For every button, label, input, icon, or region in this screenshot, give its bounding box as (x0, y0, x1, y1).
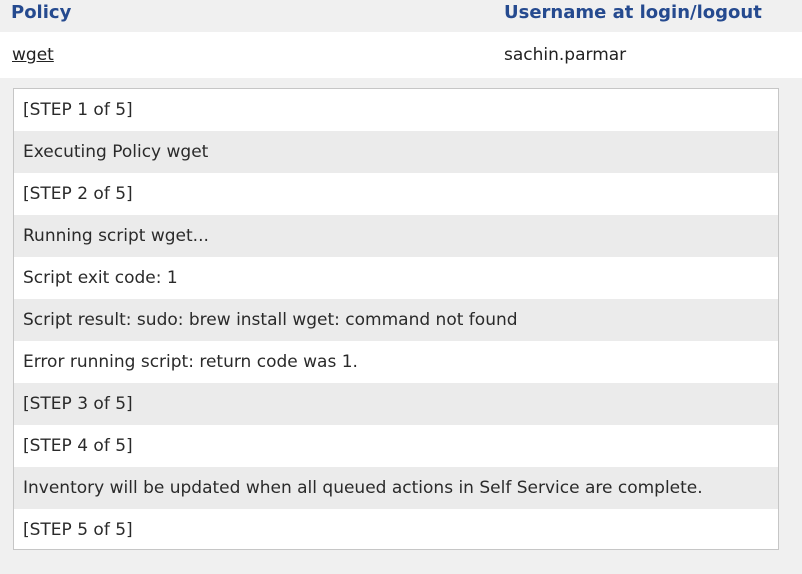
log-line: Inventory will be updated when all queue… (14, 467, 778, 509)
policy-link[interactable]: wget (12, 32, 54, 78)
log-line: Error running script: return code was 1. (14, 341, 778, 383)
log-line: Executing Policy wget (14, 131, 778, 173)
log-line: Script exit code: 1 (14, 257, 778, 299)
log-line: [STEP 1 of 5] (14, 89, 778, 131)
policy-log-panel: [STEP 1 of 5] Executing Policy wget [STE… (13, 88, 779, 550)
log-line: [STEP 3 of 5] (14, 383, 778, 425)
log-line: [STEP 2 of 5] (14, 173, 778, 215)
log-line: [STEP 5 of 5] (14, 509, 778, 549)
table-row: wget sachin.parmar (0, 32, 802, 78)
log-list: [STEP 1 of 5] Executing Policy wget [STE… (14, 89, 778, 549)
log-line: Running script wget... (14, 215, 778, 257)
table-header-row: Policy Username at login/logout (0, 0, 802, 32)
username-value: sachin.parmar (504, 45, 627, 65)
column-header-policy[interactable]: Policy (11, 0, 71, 26)
column-header-username[interactable]: Username at login/logout (504, 0, 762, 26)
log-line: [STEP 4 of 5] (14, 425, 778, 467)
log-line: Script result: sudo: brew install wget: … (14, 299, 778, 341)
